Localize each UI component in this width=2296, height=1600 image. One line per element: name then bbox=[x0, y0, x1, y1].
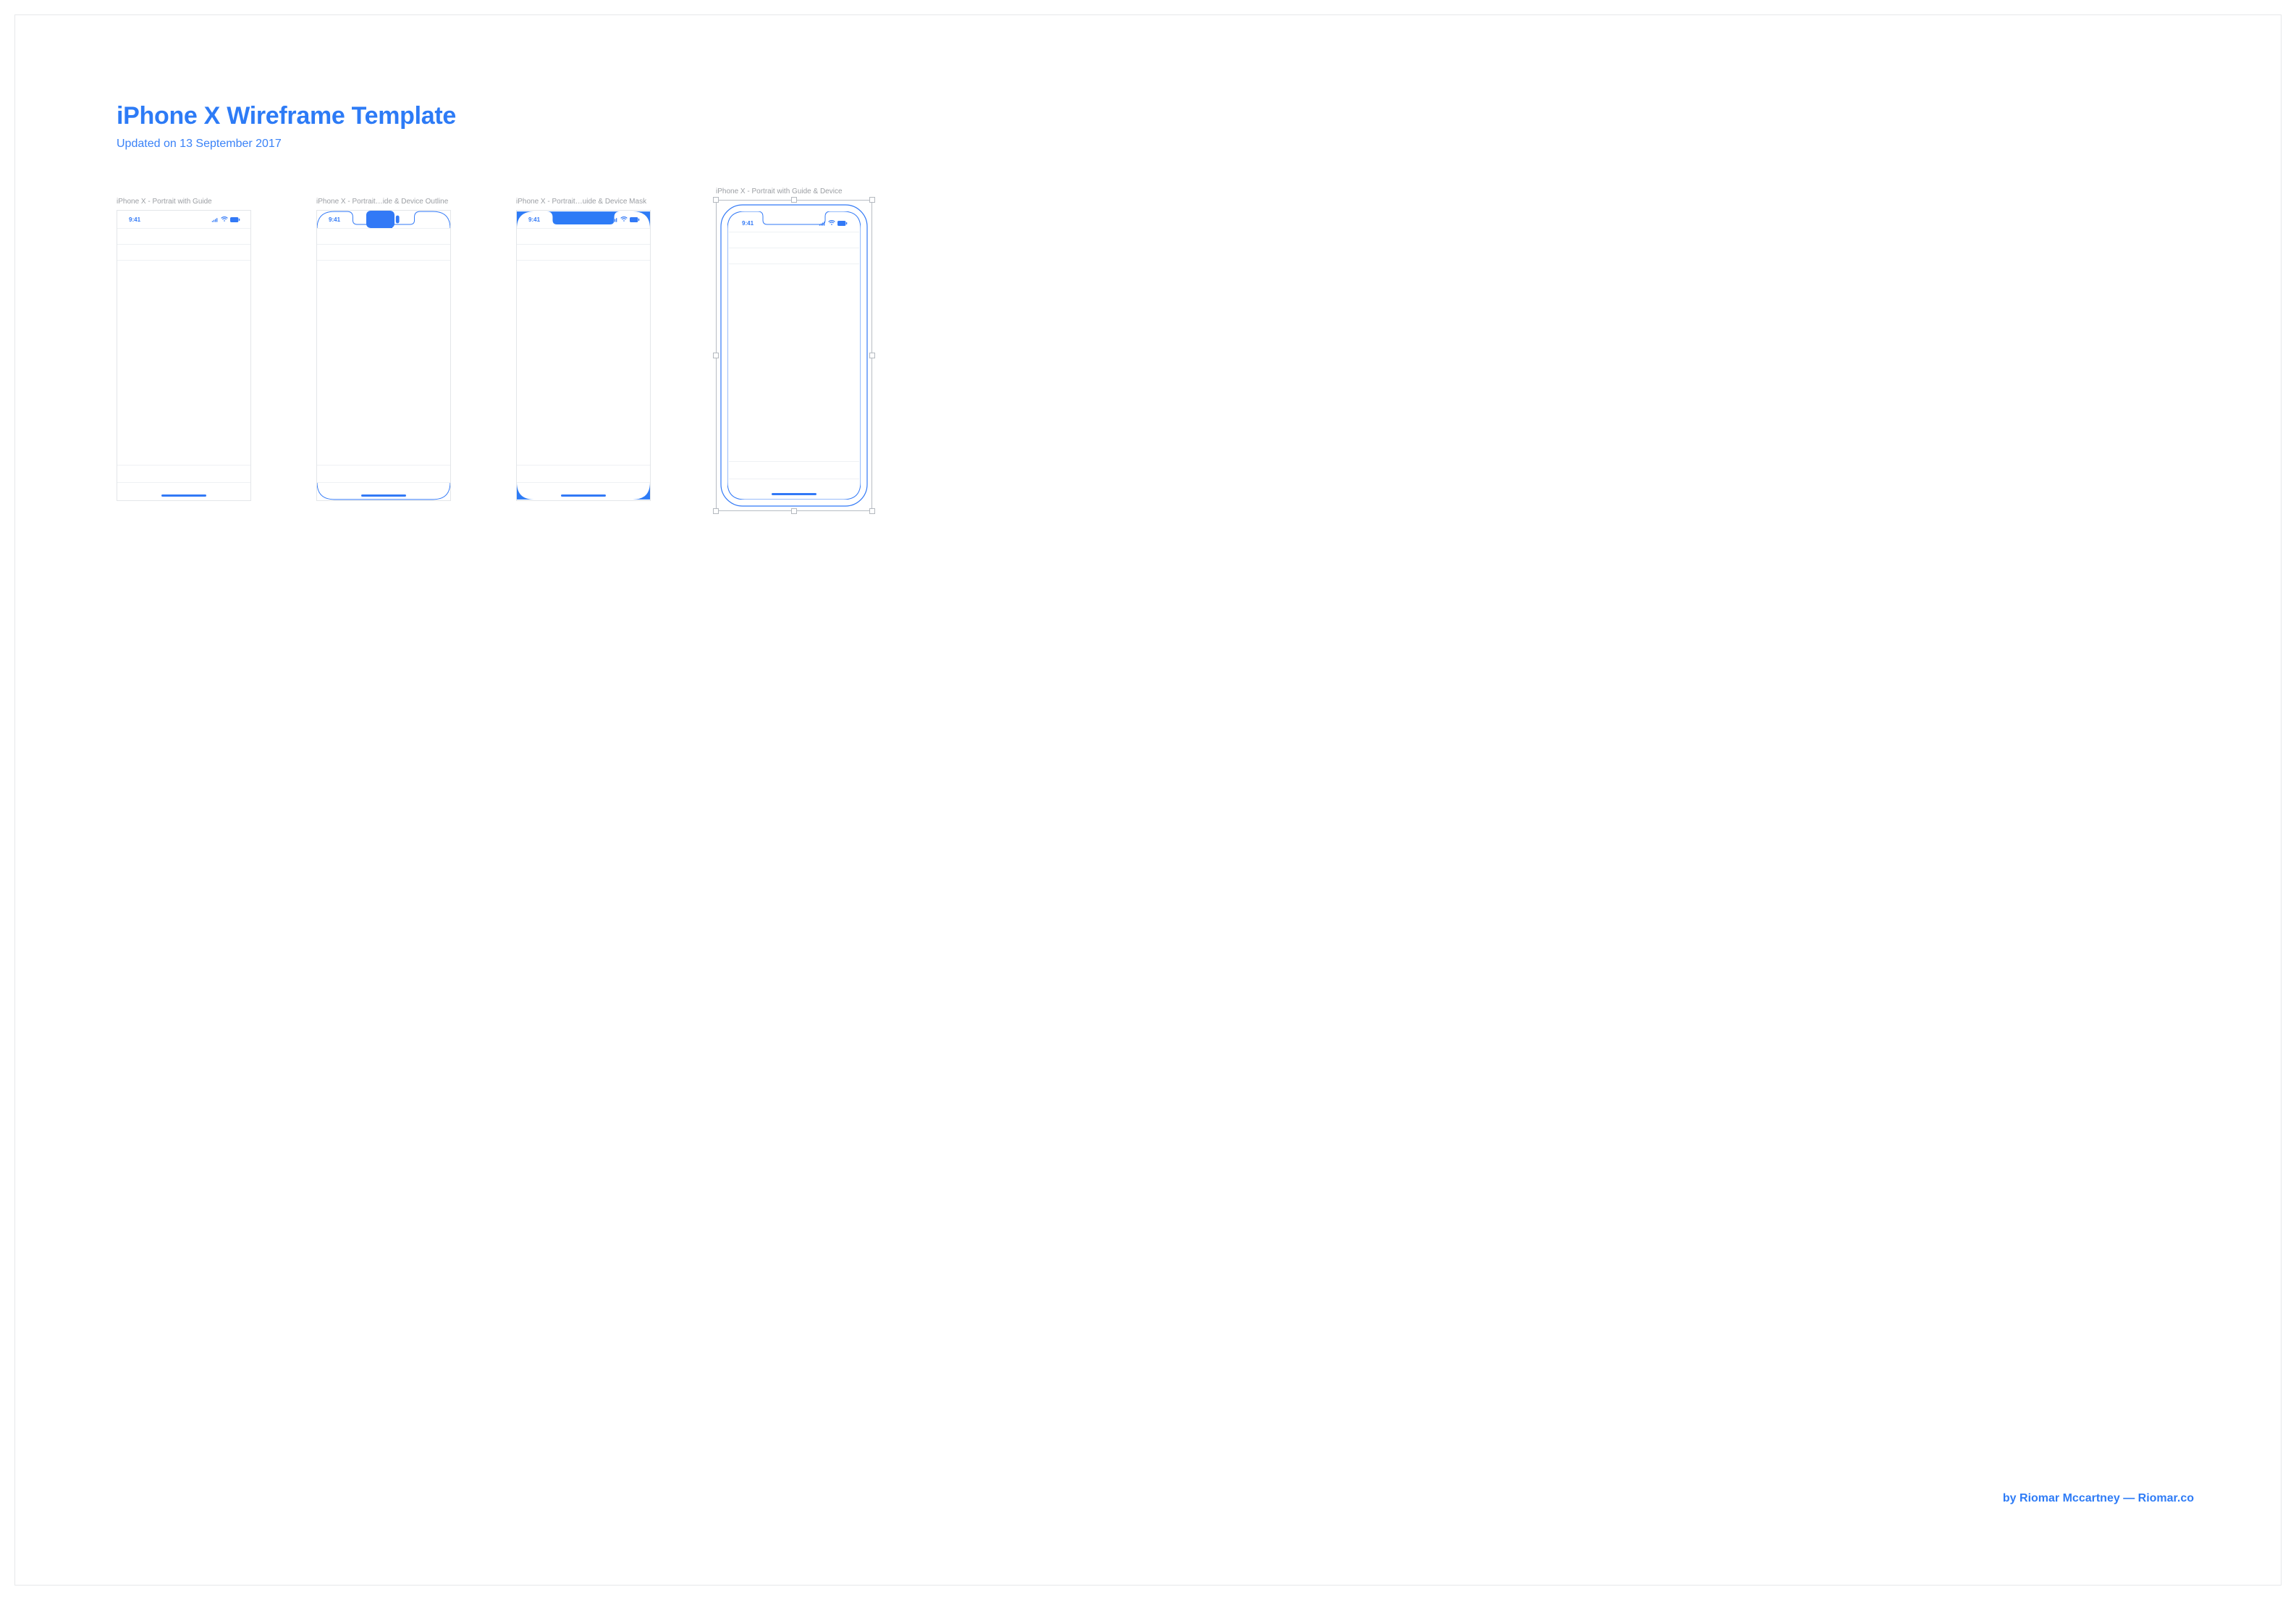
home-indicator bbox=[561, 494, 606, 497]
guide-line bbox=[317, 228, 450, 229]
guide-line bbox=[729, 461, 859, 462]
resize-handle[interactable] bbox=[713, 353, 719, 358]
artboard-wrap[interactable]: iPhone X - Portrait with Guide 9:41 bbox=[117, 198, 251, 501]
guide-line bbox=[117, 482, 250, 483]
guide-line bbox=[517, 465, 650, 466]
artboard-mask[interactable]: 9:41 bbox=[516, 210, 651, 501]
guide-line bbox=[317, 482, 450, 483]
resize-handle[interactable] bbox=[869, 353, 875, 358]
status-bar: 9:41 bbox=[730, 214, 858, 232]
wifi-icon bbox=[421, 216, 428, 222]
guide-line bbox=[517, 244, 650, 245]
device-mask-icon bbox=[517, 211, 650, 500]
status-bar: 9:41 bbox=[517, 211, 650, 228]
wifi-icon bbox=[828, 220, 835, 226]
credit-line: by Riomar Mccartney — Riomar.co bbox=[2003, 1492, 2194, 1505]
guide-line bbox=[117, 244, 250, 245]
artboard-device[interactable]: 9:41 bbox=[716, 200, 872, 511]
artboard-wrap[interactable]: iPhone X - Portrait…ide & Device Outline… bbox=[316, 198, 451, 501]
guide-line bbox=[117, 465, 250, 466]
status-bar: 9:41 bbox=[117, 211, 250, 228]
signal-icon bbox=[611, 217, 618, 222]
home-indicator bbox=[772, 493, 816, 495]
home-indicator bbox=[361, 494, 406, 497]
artboard-label: iPhone X - Portrait with Guide bbox=[117, 198, 251, 206]
battery-icon bbox=[430, 217, 440, 222]
status-time: 9:41 bbox=[528, 216, 540, 223]
guide-line bbox=[117, 228, 250, 229]
wifi-icon bbox=[620, 216, 628, 222]
status-time: 9:41 bbox=[329, 216, 340, 223]
artboard-wrap[interactable]: iPhone X - Portrait…uide & Device Mask 9… bbox=[516, 198, 651, 501]
artboard-row: iPhone X - Portrait with Guide 9:41 bbox=[117, 198, 2179, 511]
artboard-label: iPhone X - Portrait…ide & Device Outline bbox=[316, 198, 451, 206]
resize-handle[interactable] bbox=[713, 508, 719, 514]
wifi-icon bbox=[221, 216, 228, 222]
status-time: 9:41 bbox=[129, 216, 140, 223]
guide-line bbox=[317, 465, 450, 466]
device-outline-icon bbox=[317, 211, 450, 500]
signal-icon bbox=[211, 217, 219, 222]
artboard-label: iPhone X - Portrait with Guide & Device bbox=[716, 188, 872, 195]
signal-icon bbox=[819, 221, 826, 226]
guide-line bbox=[117, 260, 250, 261]
signal-icon bbox=[411, 217, 418, 222]
page-subtitle: Updated on 13 September 2017 bbox=[117, 138, 2179, 151]
artboard-outline[interactable]: 9:41 bbox=[316, 210, 451, 501]
page-title: iPhone X Wireframe Template bbox=[117, 102, 2179, 130]
battery-icon bbox=[837, 221, 848, 226]
resize-handle[interactable] bbox=[791, 508, 797, 514]
guide-line bbox=[517, 482, 650, 483]
resize-handle[interactable] bbox=[869, 508, 875, 514]
battery-icon bbox=[630, 217, 640, 222]
guide-line bbox=[317, 260, 450, 261]
artboard-wrap[interactable]: iPhone X - Portrait with Guide & Device bbox=[716, 188, 872, 511]
artboard-guide[interactable]: 9:41 bbox=[117, 210, 251, 501]
battery-icon bbox=[230, 217, 240, 222]
status-time: 9:41 bbox=[742, 220, 754, 227]
resize-handle[interactable] bbox=[713, 197, 719, 203]
resize-handle[interactable] bbox=[869, 197, 875, 203]
status-bar: 9:41 bbox=[317, 211, 450, 228]
design-canvas[interactable]: iPhone X Wireframe Template Updated on 1… bbox=[14, 14, 2282, 1586]
resize-handle[interactable] bbox=[791, 197, 797, 203]
guide-line bbox=[317, 244, 450, 245]
guide-line bbox=[517, 228, 650, 229]
home-indicator bbox=[161, 494, 206, 497]
guide-line bbox=[517, 260, 650, 261]
artboard-label: iPhone X - Portrait…uide & Device Mask bbox=[516, 198, 651, 206]
